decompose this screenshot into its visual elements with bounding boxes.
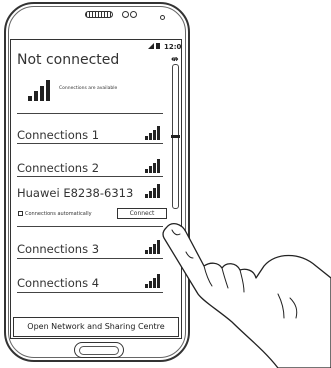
divider	[17, 113, 163, 114]
signal-bars-icon	[145, 159, 160, 173]
scrollbar-thumb[interactable]	[171, 135, 180, 138]
front-camera-icon	[122, 11, 129, 18]
signal-bars-icon	[145, 274, 160, 288]
auto-connect-checkbox[interactable]	[18, 211, 23, 216]
page-title: Not connected	[17, 52, 120, 68]
pointing-hand-icon	[162, 222, 331, 368]
connection-item-3[interactable]: Connections 3	[11, 232, 181, 260]
divider	[17, 176, 163, 177]
signal-status-icon	[148, 43, 160, 49]
status-bar: 12:00	[148, 42, 182, 51]
status-time: 12:00	[164, 43, 182, 51]
auto-connect-label: Connections automatically	[25, 211, 92, 217]
connect-button[interactable]: Connect	[117, 208, 167, 219]
connection-item-1[interactable]: Connections 1	[11, 116, 181, 144]
signal-bars-icon	[145, 126, 160, 140]
connection-label: Connections 1	[17, 128, 100, 142]
open-network-sharing-button[interactable]: Open Network and Sharing Centre	[13, 317, 179, 337]
home-button[interactable]	[74, 342, 124, 358]
speaker-grille	[85, 11, 113, 18]
connection-label: Connections 2	[17, 161, 100, 175]
signal-bars-icon	[145, 184, 160, 198]
signal-bars-icon	[145, 240, 160, 254]
divider	[17, 258, 163, 259]
divider	[17, 292, 163, 293]
light-sensor-icon	[160, 15, 165, 20]
divider	[17, 143, 163, 144]
signal-bars-icon	[28, 80, 50, 101]
proximity-sensor-icon	[130, 11, 137, 18]
connection-label: Huawei E8238-6313	[17, 186, 134, 200]
screen: 12:00 ↮ Not connected Connections are av…	[10, 39, 182, 339]
connection-label: Connections 4	[17, 276, 100, 290]
availability-text: Connections are available	[59, 86, 118, 91]
connection-label: Connections 3	[17, 242, 100, 256]
connection-item-4[interactable]: Connections 4	[11, 266, 181, 294]
divider	[17, 226, 163, 227]
connection-item-2[interactable]: Connections 2	[11, 151, 181, 177]
connection-item-huawei[interactable]: Huawei E8238-6313	[11, 180, 181, 226]
